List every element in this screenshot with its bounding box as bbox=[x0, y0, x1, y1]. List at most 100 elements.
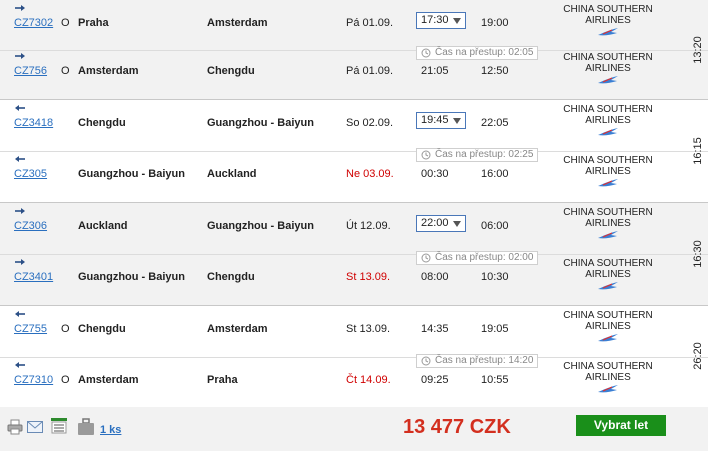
list-icon[interactable] bbox=[51, 418, 67, 437]
arrow-left-icon bbox=[14, 104, 28, 114]
airline-info: CHINA SOUTHERN AIRLINES bbox=[553, 155, 663, 188]
departure-time-select[interactable]: 22:00 bbox=[416, 215, 466, 232]
total-price: 13 477 CZK bbox=[403, 416, 511, 438]
print-icon[interactable] bbox=[7, 419, 23, 438]
destination-city: Auckland bbox=[207, 168, 257, 180]
airline-name: CHINA SOUTHERN AIRLINES bbox=[563, 155, 653, 177]
airline-logo-icon bbox=[553, 178, 663, 188]
journey-leg: CZ7302 O Praha Amsterdam Pá 01.09. 17:30 19:00… bbox=[0, 0, 708, 99]
flight-number-link[interactable]: CZ3418 bbox=[14, 117, 53, 129]
departure-time: 09:25 bbox=[421, 374, 449, 386]
flight-date: Čt 14.09. bbox=[346, 374, 391, 386]
origin-city: Guangzhou - Baiyun bbox=[78, 271, 185, 283]
flight-segment-row: CZ755 O Chengdu Amsterdam St 13.09. 14:35 19:0… bbox=[0, 306, 688, 357]
booking-class: O bbox=[61, 374, 70, 386]
flight-number-link[interactable]: CZ7310 bbox=[14, 374, 53, 386]
departure-time: 17:30 bbox=[421, 14, 449, 26]
destination-city: Amsterdam bbox=[207, 17, 268, 29]
booking-class: O bbox=[61, 17, 70, 29]
origin-city: Auckland bbox=[78, 220, 128, 232]
airline-info: CHINA SOUTHERN AIRLINES bbox=[553, 207, 663, 240]
departure-time-select[interactable]: 17:30 bbox=[416, 12, 466, 29]
transfer-time-badge: Čas na přestup: 14:20 bbox=[416, 354, 539, 368]
flight-date: So 02.09. bbox=[346, 117, 394, 129]
destination-city: Guangzhou - Baiyun bbox=[207, 220, 314, 232]
footer-bar: 1 ks 13 477 CZK Vybrat let bbox=[0, 407, 708, 451]
transfer-label: Čas na přestup: bbox=[435, 355, 506, 366]
arrival-time: 19:00 bbox=[481, 17, 509, 29]
journey-leg: CZ306 Auckland Guangzhou - Baiyun Út 12.09.… bbox=[0, 202, 708, 305]
journey-leg: CZ755 O Chengdu Amsterdam St 13.09. 14:35 19:0… bbox=[0, 305, 708, 407]
transfer-time: 02:05 bbox=[508, 47, 534, 58]
destination-city: Amsterdam bbox=[207, 323, 268, 335]
airline-info: CHINA SOUTHERN AIRLINES bbox=[553, 310, 663, 343]
transfer-time-badge: Čas na přestup: 02:05 bbox=[416, 46, 539, 60]
airline-logo-icon bbox=[553, 27, 663, 37]
arrow-right-icon bbox=[14, 4, 28, 14]
airline-name: CHINA SOUTHERN AIRLINES bbox=[563, 361, 653, 383]
airline-info: CHINA SOUTHERN AIRLINES bbox=[553, 361, 663, 394]
leg-duration-text: 16:30 bbox=[691, 240, 704, 268]
luggage-count-link[interactable]: 1 ks bbox=[100, 424, 121, 436]
origin-city: Praha bbox=[78, 17, 109, 29]
flight-segment-row: CZ756 O Amsterdam Chengdu Pá 01.09. 21:05 12:5… bbox=[0, 48, 688, 99]
airline-logo-icon bbox=[553, 75, 663, 85]
select-flight-button[interactable]: Vybrat let bbox=[576, 415, 666, 436]
arrow-left-icon bbox=[14, 361, 28, 371]
segment-divider bbox=[0, 357, 708, 358]
flight-segment-row: CZ7310 O Amsterdam Praha Čt 14.09. 09:25 10:55… bbox=[0, 357, 688, 408]
email-icon[interactable] bbox=[27, 421, 43, 436]
airline-name: CHINA SOUTHERN AIRLINES bbox=[563, 258, 653, 280]
departure-time: 14:35 bbox=[421, 323, 449, 335]
arrow-right-icon bbox=[14, 207, 28, 217]
leg-duration-text: 16:15 bbox=[691, 137, 704, 165]
leg-duration: 26:20 bbox=[684, 342, 704, 370]
segment-divider bbox=[0, 254, 708, 255]
transfer-label: Čas na přestup: bbox=[435, 252, 506, 263]
arrow-left-icon bbox=[14, 155, 28, 165]
flight-segment-row: CZ305 Guangzhou - Baiyun Auckland Ne 03.09.… bbox=[0, 151, 688, 202]
flight-segment-row: CZ7302 O Praha Amsterdam Pá 01.09. 17:30 19:00… bbox=[0, 0, 688, 51]
chevron-down-icon bbox=[453, 18, 461, 24]
destination-city: Guangzhou - Baiyun bbox=[207, 117, 314, 129]
airline-name: CHINA SOUTHERN AIRLINES bbox=[563, 104, 653, 126]
arrow-right-icon bbox=[14, 52, 28, 62]
arrival-time: 19:05 bbox=[481, 323, 509, 335]
arrow-right-icon bbox=[14, 258, 28, 268]
departure-time: 19:45 bbox=[421, 114, 449, 126]
airline-info: CHINA SOUTHERN AIRLINES bbox=[553, 258, 663, 291]
origin-city: Amsterdam bbox=[78, 65, 139, 77]
departure-time: 22:00 bbox=[421, 217, 449, 229]
transfer-time: 02:25 bbox=[508, 149, 534, 160]
arrival-time: 22:05 bbox=[481, 117, 509, 129]
flight-date: Ne 03.09. bbox=[346, 168, 394, 180]
flight-date: St 13.09. bbox=[346, 323, 391, 335]
leg-duration-text: 13:20 bbox=[691, 36, 704, 64]
flight-number-link[interactable]: CZ755 bbox=[14, 323, 47, 335]
destination-city: Chengdu bbox=[207, 65, 255, 77]
flight-number-link[interactable]: CZ306 bbox=[14, 220, 47, 232]
arrival-time: 06:00 bbox=[481, 220, 509, 232]
airline-name: CHINA SOUTHERN AIRLINES bbox=[563, 310, 653, 332]
flight-number-link[interactable]: CZ756 bbox=[14, 65, 47, 77]
destination-city: Praha bbox=[207, 374, 238, 386]
segment-divider bbox=[0, 50, 708, 51]
journey-leg: CZ3418 Chengdu Guangzhou - Baiyun So 02.09.… bbox=[0, 99, 708, 202]
airline-name: CHINA SOUTHERN AIRLINES bbox=[563, 52, 653, 74]
airline-logo-icon bbox=[553, 333, 663, 343]
flight-number-link[interactable]: CZ7302 bbox=[14, 17, 53, 29]
luggage-icon bbox=[77, 418, 95, 439]
arrow-left-icon bbox=[14, 310, 28, 320]
departure-time-select[interactable]: 19:45 bbox=[416, 112, 466, 129]
flight-date: Út 12.09. bbox=[346, 220, 391, 232]
origin-city: Guangzhou - Baiyun bbox=[78, 168, 185, 180]
leg-duration-text: 26:20 bbox=[691, 342, 704, 370]
leg-duration: 13:20 bbox=[684, 36, 704, 64]
flight-segment-row: CZ3401 Guangzhou - Baiyun Chengdu St 13.09.… bbox=[0, 254, 688, 305]
flight-number-link[interactable]: CZ3401 bbox=[14, 271, 53, 283]
flight-number-link[interactable]: CZ305 bbox=[14, 168, 47, 180]
destination-city: Chengdu bbox=[207, 271, 255, 283]
chevron-down-icon bbox=[453, 221, 461, 227]
transfer-time-badge: Čas na přestup: 02:25 bbox=[416, 148, 539, 162]
airline-info: CHINA SOUTHERN AIRLINES bbox=[553, 4, 663, 37]
